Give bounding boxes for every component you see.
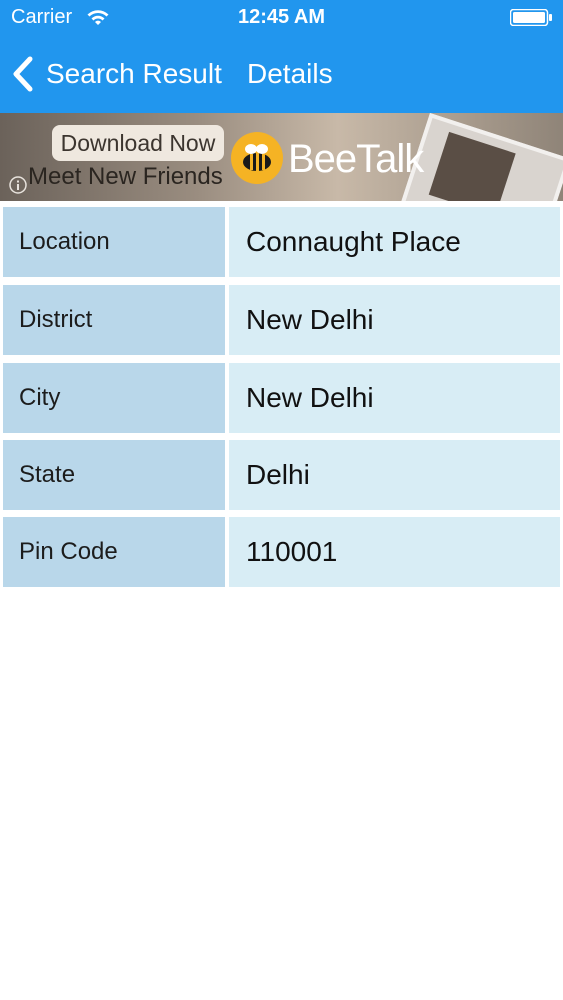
detail-row-location: Location Connaught Place (3, 207, 560, 277)
info-icon[interactable] (9, 176, 27, 194)
ad-brand-name: BeeTalk (288, 137, 424, 181)
ad-download-button[interactable]: Download Now (52, 125, 224, 161)
detail-value: 110001 (229, 517, 560, 587)
bee-logo-icon (231, 132, 283, 184)
app-header: Carrier 12:45 AM Search Result Details (0, 0, 563, 113)
detail-row-district: District New Delhi (3, 285, 560, 355)
page-title: Details (247, 58, 333, 89)
back-button-label: Search Result (46, 58, 222, 89)
status-time: 12:45 AM (237, 6, 326, 28)
detail-value: Connaught Place (229, 207, 560, 277)
detail-label: State (3, 440, 225, 510)
detail-value: New Delhi (229, 285, 560, 355)
ad-phone-image (400, 113, 563, 201)
detail-value: New Delhi (229, 363, 560, 433)
ad-phone-screen (428, 131, 516, 201)
detail-label: Location (3, 207, 225, 277)
detail-label: District (3, 285, 225, 355)
detail-label: City (3, 363, 225, 433)
detail-row-city: City New Delhi (3, 363, 560, 433)
ad-banner[interactable]: Download Now Meet New Friends BeeTalk (0, 113, 563, 201)
navigation-bar: Search Result Details (0, 36, 563, 113)
detail-label: Pin Code (3, 517, 225, 587)
status-bar: Carrier 12:45 AM (0, 0, 563, 36)
battery-icon (510, 9, 552, 26)
back-button[interactable]: Search Result (10, 54, 222, 94)
detail-row-state: State Delhi (3, 440, 560, 510)
ad-tagline: Meet New Friends (28, 163, 223, 190)
detail-row-pin-code: Pin Code 110001 (3, 517, 560, 587)
detail-value: Delhi (229, 440, 560, 510)
chevron-left-icon (13, 56, 33, 92)
